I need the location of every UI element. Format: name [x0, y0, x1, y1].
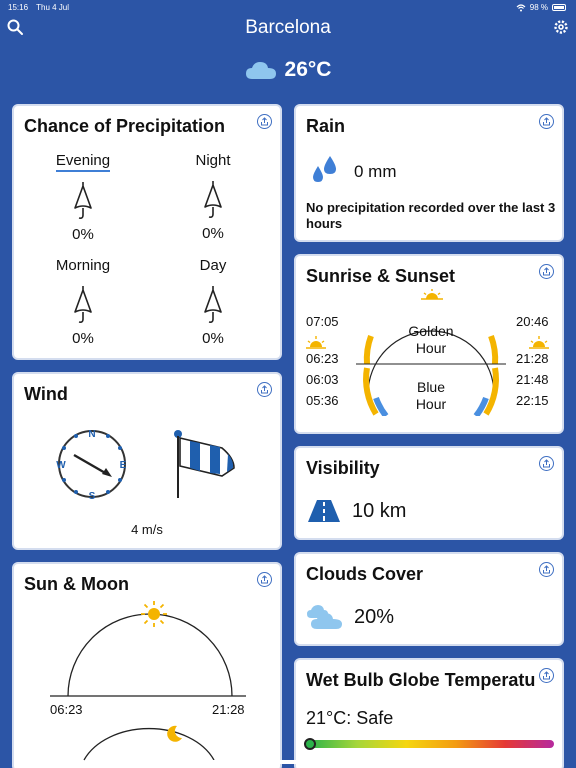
visibility-card[interactable]: Visibility 10 km — [294, 446, 564, 540]
wind-card[interactable]: Wind N E S W 4 m/s — [12, 372, 282, 550]
share-button[interactable] — [539, 264, 554, 279]
home-indicator[interactable] — [200, 760, 376, 764]
status-time: 15:16 — [8, 3, 29, 12]
sunrise-time: 07:05 — [306, 314, 339, 329]
precip-value: 0% — [72, 330, 94, 347]
share-icon — [543, 267, 550, 276]
status-bar: 15:16 Thu 4 Jul 98 % — [0, 0, 576, 14]
sunset-time: 20:46 — [516, 314, 549, 329]
blue-hour-label: Blue Hour — [396, 379, 466, 413]
share-button[interactable] — [539, 562, 554, 577]
precip-period-label: Evening — [55, 152, 111, 172]
clouds-cover-card[interactable]: Clouds Cover 20% — [294, 552, 564, 646]
windsock-icon — [174, 430, 235, 498]
compass-west: W — [56, 460, 66, 471]
battery-label: 98 % — [529, 3, 548, 12]
precip-evening[interactable]: Evening 0% — [38, 152, 128, 243]
visibility-title: Visibility — [306, 458, 380, 478]
share-button[interactable] — [539, 114, 554, 129]
wind-speed: 4 m/s — [131, 522, 163, 537]
share-icon — [543, 117, 550, 126]
compass-icon: N E S W — [56, 429, 127, 502]
wbgt-scale-bar — [308, 740, 554, 748]
blue-hour-line1: Blue — [416, 379, 446, 395]
wbgt-card[interactable]: Wet Bulb Globe Temperatu 21°C: Safe — [294, 658, 564, 768]
golden-hour-label: Golden Hour — [396, 323, 466, 357]
golden-hour-line2: Hour — [415, 340, 447, 356]
compass-east: E — [120, 460, 127, 471]
sunrise-time: 05:36 — [306, 393, 339, 408]
closed-umbrella-icon — [204, 286, 222, 323]
sunset-horizon-icon — [516, 335, 549, 351]
precip-night[interactable]: Night 0% — [168, 152, 258, 242]
precip-morning[interactable]: Morning 0% — [38, 257, 128, 347]
share-button[interactable] — [539, 668, 554, 683]
share-icon — [261, 385, 268, 394]
sun-moon-set-time: 21:28 — [212, 702, 245, 717]
share-icon — [543, 565, 550, 574]
precip-period-label: Morning — [55, 257, 111, 274]
sunrise-sun-icon — [421, 289, 443, 300]
wind-title: Wind — [24, 384, 68, 404]
rain-card[interactable]: Rain 0 mm No precipitation recorded over… — [294, 104, 564, 242]
closed-umbrella-icon — [204, 181, 222, 218]
closed-umbrella-icon — [74, 286, 92, 323]
current-temperature: 26°C — [284, 58, 332, 81]
precip-period-label: Day — [199, 257, 227, 274]
blue-hour-line2: Hour — [415, 396, 447, 412]
sun-moon-rise-time: 06:23 — [50, 702, 83, 717]
cloud-icon — [245, 62, 276, 79]
raindrops-icon — [313, 156, 336, 182]
precip-period-label: Night — [195, 152, 231, 169]
sunrise-time: 06:23 — [306, 351, 339, 366]
current-weather: 26°C — [0, 58, 576, 82]
precipitation-title: Chance of Precipitation — [24, 116, 226, 136]
sunrise-times: 07:05 06:23 06:03 05:36 — [306, 314, 339, 414]
sunrise-horizon-icon — [306, 335, 339, 351]
sunrise-time: 06:03 — [306, 372, 339, 387]
sunrise-sunset-card[interactable]: Sunrise & Sunset 07:05 06:23 06:03 05:36… — [294, 254, 564, 434]
precipitation-card[interactable]: Chance of Precipitation Evening 0% Night… — [12, 104, 282, 360]
city-title: Barcelona — [245, 17, 331, 38]
status-date: Thu 4 Jul — [36, 3, 70, 12]
settings-button[interactable] — [552, 18, 570, 36]
clouds-cover-value: 20% — [354, 606, 395, 628]
clouds-icon — [307, 605, 342, 629]
wbgt-title: Wet Bulb Globe Temperatu — [306, 670, 536, 690]
wifi-icon — [516, 3, 526, 11]
rain-note: No precipitation recorded over the last … — [306, 200, 556, 231]
road-icon — [308, 500, 340, 522]
wbgt-value: 21°C: Safe — [306, 708, 394, 728]
precip-value: 0% — [202, 225, 224, 242]
gear-icon — [554, 20, 568, 34]
moon-icon — [167, 725, 182, 742]
sun-moon-card[interactable]: Sun & Moon 06:23 21:28 — [12, 562, 282, 768]
share-button[interactable] — [257, 114, 272, 129]
share-button[interactable] — [257, 382, 272, 397]
sunset-time: 21:48 — [516, 372, 549, 387]
sunrise-sunset-title: Sunrise & Sunset — [306, 266, 456, 286]
share-icon — [543, 459, 550, 468]
precip-value: 0% — [202, 330, 224, 347]
sunset-time: 22:15 — [516, 393, 549, 408]
clouds-cover-title: Clouds Cover — [306, 564, 424, 584]
sunset-times: 20:46 21:28 21:48 22:15 — [516, 314, 549, 414]
compass-south: S — [89, 491, 96, 502]
share-button[interactable] — [539, 456, 554, 471]
sun-moon-arc — [50, 613, 246, 761]
sun-icon — [141, 601, 167, 627]
precip-day[interactable]: Day 0% — [168, 257, 258, 347]
sunset-time: 21:28 — [516, 351, 549, 366]
visibility-value: 10 km — [352, 500, 407, 522]
closed-umbrella-icon — [74, 182, 92, 219]
precip-value: 0% — [72, 226, 94, 243]
wbgt-level-marker — [304, 738, 317, 750]
golden-hour-line1: Golden — [408, 323, 454, 339]
compass-north: N — [88, 429, 95, 440]
rain-title: Rain — [306, 116, 346, 136]
rain-amount: 0 mm — [354, 162, 397, 181]
battery-icon — [552, 4, 566, 11]
share-icon — [261, 117, 268, 126]
share-icon — [543, 671, 550, 680]
